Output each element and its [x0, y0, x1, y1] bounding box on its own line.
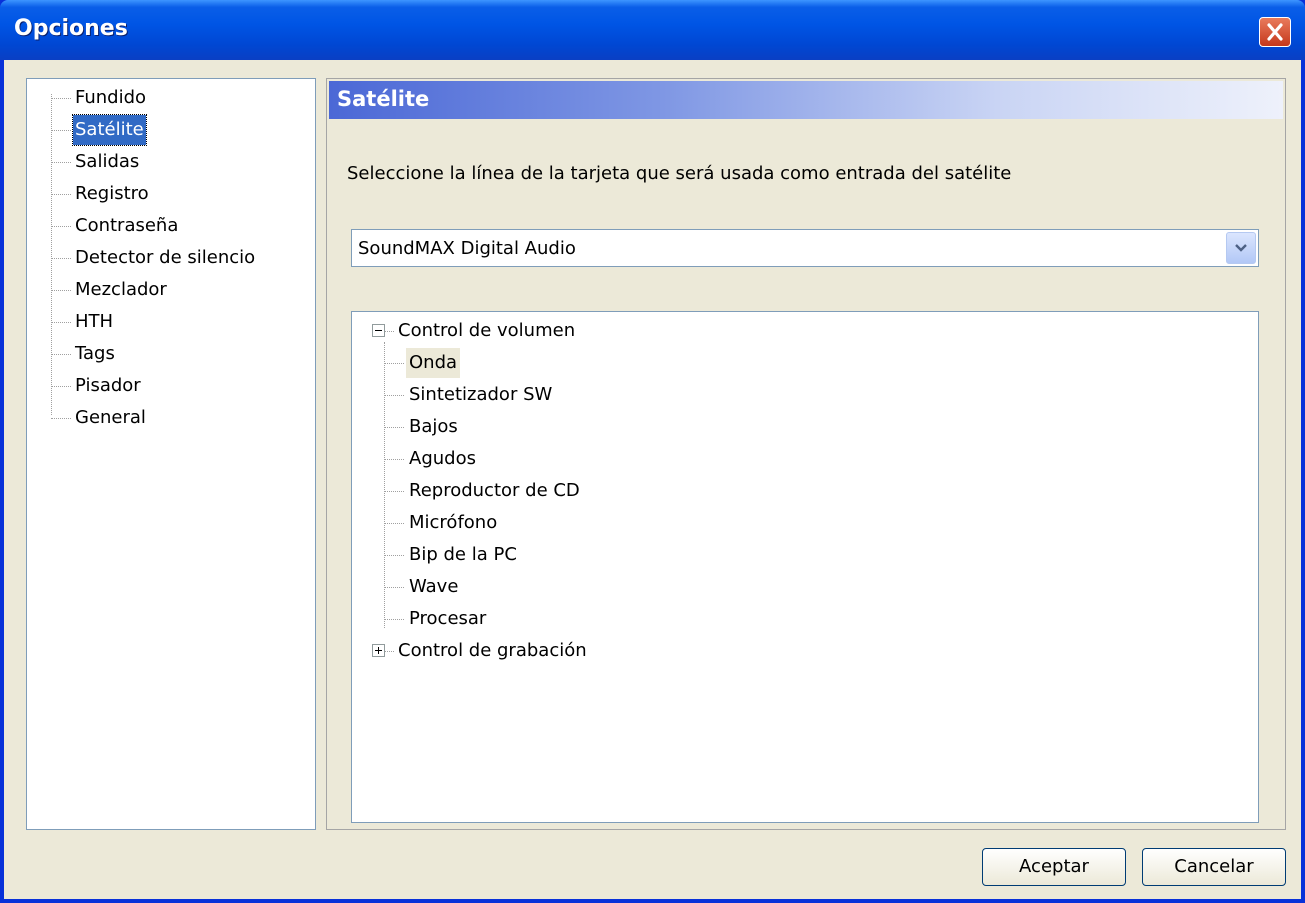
nav-item-label: Mezclador: [75, 279, 167, 300]
section-title: Satélite: [337, 87, 430, 111]
nav-item-label: Pisador: [75, 375, 141, 396]
nav-item-label: Fundido: [75, 87, 147, 108]
plus-icon-stroke: [378, 647, 379, 654]
device-select[interactable]: SoundMAX Digital Audio: [351, 229, 1259, 267]
tree-connector: [51, 194, 71, 195]
tree-item-label: Bip de la PC: [409, 544, 517, 565]
tree-connector: [384, 395, 404, 396]
nav-item-label: Detector de silencio: [75, 247, 256, 268]
nav-item-label: HTH: [75, 311, 114, 332]
tree-connector: [384, 619, 404, 620]
nav-item-label: Satélite: [72, 114, 147, 146]
close-button[interactable]: [1259, 17, 1291, 47]
window-title: Opciones: [14, 16, 128, 41]
tree-connector: [385, 651, 394, 652]
expand-toggle[interactable]: [372, 644, 385, 657]
description-text: Seleccione la línea de la tarjeta que se…: [347, 163, 1012, 184]
device-select-value: SoundMAX Digital Audio: [358, 238, 576, 259]
tree-connector: [51, 418, 71, 419]
settings-panel: Satélite Seleccione la línea de la tarje…: [326, 78, 1286, 830]
mixer-line-tree[interactable]: Control de volumen Onda Sintetizador SW …: [351, 311, 1259, 823]
tree-item-label: Agudos: [409, 448, 476, 469]
tree-connector: [384, 363, 404, 364]
dialog-body: Fundido Satélite Salidas Registro Contra…: [4, 60, 1301, 899]
tree-connector: [51, 130, 71, 131]
nav-item-label: Salidas: [75, 151, 140, 172]
chevron-down-icon: [1235, 244, 1247, 252]
dropdown-button[interactable]: [1226, 232, 1256, 264]
tree-guide-line: [51, 94, 52, 415]
tree-connector: [384, 459, 404, 460]
collapse-toggle[interactable]: [372, 324, 385, 337]
tree-connector: [51, 98, 71, 99]
tree-item-label: Wave: [409, 576, 459, 597]
close-icon: [1267, 23, 1283, 41]
tree-connector: [384, 555, 404, 556]
tree-connector: [51, 322, 71, 323]
minus-icon: [375, 330, 382, 331]
tree-connector: [384, 427, 404, 428]
tree-item-label: Sintetizador SW: [409, 384, 553, 405]
section-header: Satélite: [329, 81, 1283, 119]
options-nav-tree[interactable]: Fundido Satélite Salidas Registro Contra…: [26, 78, 316, 830]
tree-node-label: Control de volumen: [398, 320, 576, 341]
tree-connector: [51, 354, 71, 355]
tree-connector: [384, 523, 404, 524]
tree-connector: [51, 226, 71, 227]
tree-item-label: Procesar: [409, 608, 487, 629]
tree-node-label: Control de grabación: [398, 640, 587, 661]
cancel-button[interactable]: Cancelar: [1142, 848, 1286, 886]
nav-item-label: Registro: [75, 183, 149, 204]
tree-item-label: Micrófono: [409, 512, 498, 533]
tree-item-label: Bajos: [409, 416, 458, 437]
options-window: Opciones Fundido Satélite Salidas Regist…: [0, 0, 1305, 903]
nav-item-label: Tags: [75, 343, 115, 364]
tree-connector: [51, 290, 71, 291]
tree-connector: [384, 491, 404, 492]
tree-connector: [384, 587, 404, 588]
tree-connector: [385, 331, 394, 332]
ok-button[interactable]: Aceptar: [982, 848, 1126, 886]
nav-item-label: General: [75, 407, 146, 428]
tree-connector: [51, 162, 71, 163]
tree-connector: [51, 258, 71, 259]
nav-item-label: Contraseña: [75, 215, 179, 236]
title-bar[interactable]: Opciones: [0, 0, 1305, 60]
tree-guide-line: [384, 342, 385, 628]
tree-connector: [51, 386, 71, 387]
tree-item-label: Reproductor de CD: [409, 480, 580, 501]
tree-item-label: Onda: [406, 348, 461, 378]
